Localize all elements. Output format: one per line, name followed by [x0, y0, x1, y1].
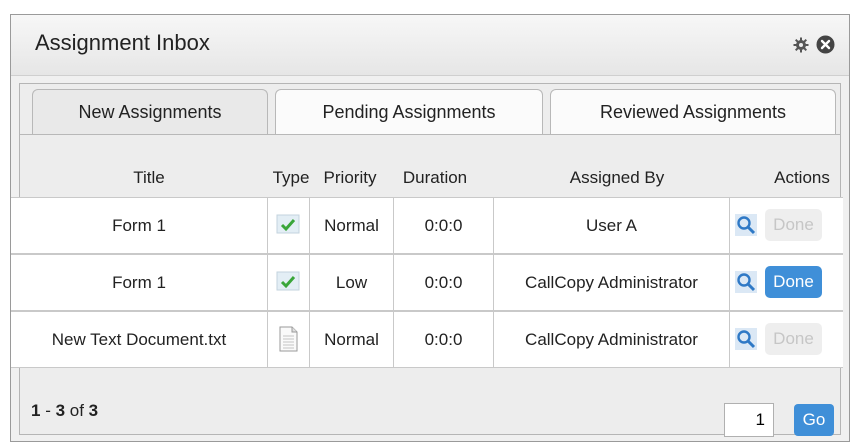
range-total: 3: [88, 401, 99, 420]
row-type: [268, 312, 310, 367]
magnifier-icon[interactable]: [735, 214, 757, 236]
tab-divider: [20, 134, 840, 135]
gear-icon[interactable]: [793, 37, 809, 53]
row-actions: Done: [730, 198, 843, 253]
text-document-icon: [279, 326, 298, 352]
row-assigned-by: User A: [494, 198, 730, 253]
column-header-priority: Priority: [323, 168, 377, 187]
row-priority: Normal: [310, 312, 394, 367]
table-row: Form 1 Normal 0:0:0 User A Done: [11, 197, 843, 254]
panel-header: Assignment Inbox: [11, 15, 849, 76]
form-check-icon: [276, 214, 300, 234]
range-of-label: of: [65, 401, 89, 420]
magnifier-icon[interactable]: [735, 271, 757, 293]
row-duration: 0:0:0: [394, 255, 494, 310]
tab-pending-assignments[interactable]: Pending Assignments: [275, 89, 543, 134]
close-icon[interactable]: [816, 35, 835, 54]
row-priority: Normal: [310, 198, 394, 253]
row-priority: Low: [310, 255, 394, 310]
row-title: Form 1: [11, 255, 268, 310]
done-button[interactable]: Done: [765, 209, 822, 241]
column-header-duration: Duration: [402, 168, 468, 187]
go-button[interactable]: Go: [794, 404, 834, 436]
form-check-icon: [276, 271, 300, 291]
magnifier-icon[interactable]: [735, 328, 757, 350]
column-header-title: Title: [133, 168, 165, 187]
row-title: New Text Document.txt: [11, 312, 268, 367]
pagination-summary: 1 - 3 of 3: [31, 401, 98, 421]
row-type: [268, 198, 310, 253]
row-assigned-by: CallCopy Administrator: [494, 255, 730, 310]
column-header-type: Type: [272, 168, 310, 187]
table-row: Form 1 Low 0:0:0 CallCopy Administrator …: [11, 254, 843, 311]
row-type: [268, 255, 310, 310]
row-duration: 0:0:0: [394, 198, 494, 253]
row-actions: Done: [730, 255, 843, 310]
table-row: New Text Document.txt Normal 0:0:0 CallC…: [11, 311, 843, 368]
row-title: Form 1: [11, 198, 268, 253]
row-assigned-by: CallCopy Administrator: [494, 312, 730, 367]
tab-new-assignments[interactable]: New Assignments: [32, 89, 268, 135]
column-header-actions: Actions: [774, 168, 830, 187]
range-separator: -: [40, 401, 56, 420]
row-duration: 0:0:0: [394, 312, 494, 367]
row-actions: Done: [730, 312, 843, 367]
panel-title: Assignment Inbox: [35, 30, 210, 55]
page-number-input[interactable]: [724, 403, 774, 437]
range-end: 3: [55, 401, 66, 420]
column-header-assigned-by: Assigned By: [569, 168, 665, 187]
done-button[interactable]: Done: [765, 266, 822, 298]
tab-reviewed-assignments[interactable]: Reviewed Assignments: [550, 89, 836, 134]
assignment-inbox-panel: Assignment Inbox New Assignments Pending…: [10, 14, 850, 442]
done-button[interactable]: Done: [765, 323, 822, 355]
